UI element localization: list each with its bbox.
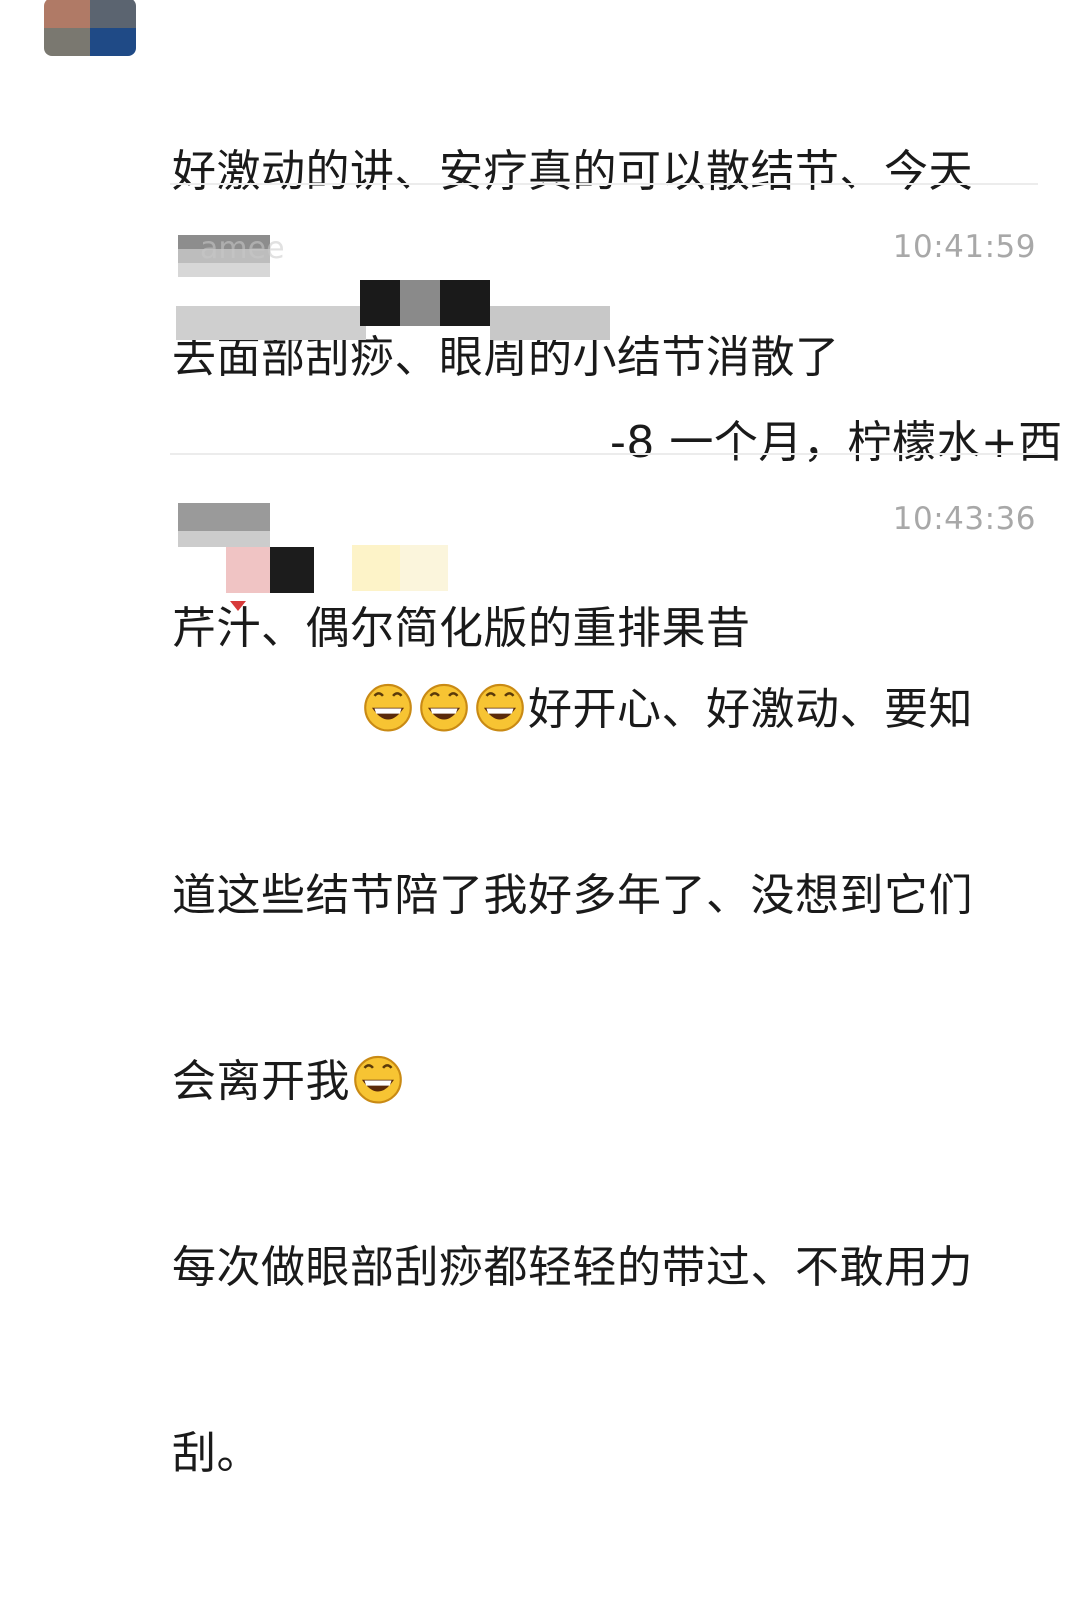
avatar[interactable] bbox=[44, 0, 136, 56]
grinning-face-emoji bbox=[420, 683, 468, 732]
message-time: 10:41:59 bbox=[892, 229, 1036, 265]
message-line: 会离开我 bbox=[172, 1051, 1032, 1113]
message-text-segment: 会离开我 bbox=[172, 1056, 350, 1107]
chat-message-3: 10:43:36 好开心、好激动、要知 道这些结节陪了我好多年了、没想到它们 会… bbox=[0, 455, 1080, 1479]
message-line: 刮。 bbox=[172, 1428, 261, 1479]
grinning-face-emoji bbox=[364, 683, 412, 732]
nickname-fragment: amee bbox=[200, 231, 285, 266]
message-line: 好开心、好激动、要知 bbox=[172, 679, 1032, 741]
message-time: 10:43:36 bbox=[892, 501, 1036, 537]
chat-message-1: 好激动的讲、安疗真的可以散结节、今天 去面部刮痧、眼周的小结节消散了 bbox=[0, 0, 1080, 383]
message-text-segment: 好开心、好激动、要知 bbox=[528, 684, 973, 735]
chat-message-2: amee 10:41:59 -8 一个月，柠檬水+西 芹汁、偶尔简化版的重排果昔 bbox=[0, 185, 1080, 654]
grinning-face-emoji bbox=[354, 1055, 402, 1104]
message-text: 好开心、好激动、要知 道这些结节陪了我好多年了、没想到它们 会离开我 每次做眼部… bbox=[172, 555, 1032, 1609]
message-line: 每次做眼部刮痧都轻轻的带过、不敢用力 bbox=[172, 1242, 973, 1293]
grinning-face-emoji bbox=[476, 683, 524, 732]
message-line: 道这些结节陪了我好多年了、没想到它们 bbox=[172, 870, 973, 921]
